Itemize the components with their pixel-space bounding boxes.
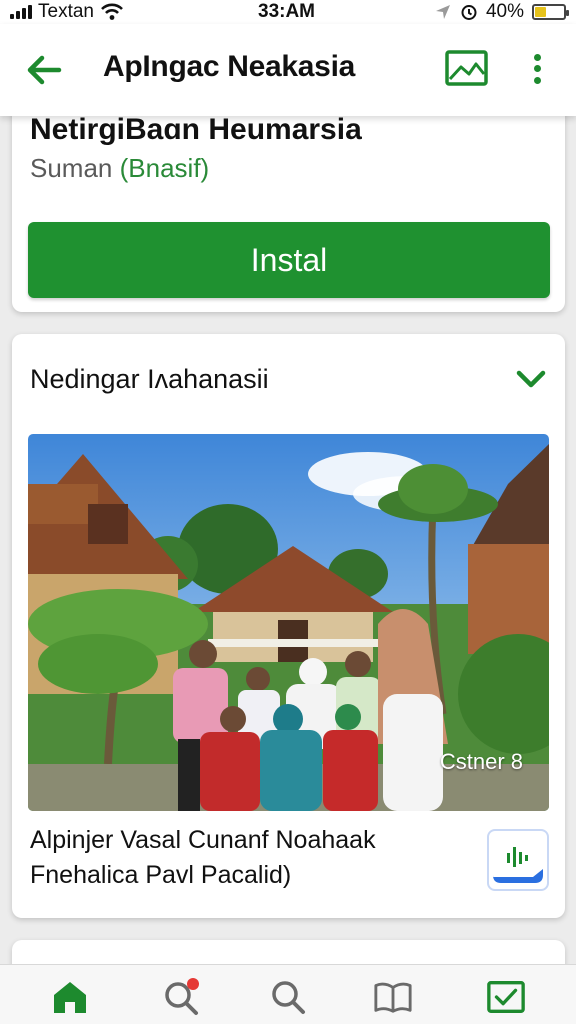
- nav-messages[interactable]: [486, 977, 526, 1017]
- image-gallery-icon: [445, 50, 488, 86]
- home-icon: [54, 982, 86, 1013]
- app-name: NetirgiBaɑn Heumarsia: [30, 113, 362, 146]
- audio-button[interactable]: [487, 829, 549, 891]
- news-title: Nedingar Iʌahanasii: [30, 364, 269, 394]
- back-arrow-icon: [27, 55, 62, 85]
- signal-icon: [10, 5, 32, 19]
- bottom-navigation: [0, 964, 576, 1024]
- battery-fill: [535, 7, 547, 17]
- image-count-badge: Cstner 8: [439, 749, 523, 774]
- audio-wave-icon: [493, 847, 543, 883]
- developer-name: Suman: [30, 153, 113, 183]
- wifi-icon: [101, 3, 123, 20]
- nav-search-notifications[interactable]: [162, 977, 202, 1017]
- status-bar: Textan 33:AM 40%: [0, 0, 576, 24]
- install-button[interactable]: Instal: [28, 222, 550, 298]
- caption-line-1: Alpinjer Vasal Cunanf Noahaak: [30, 826, 376, 854]
- battery-icon: [532, 4, 569, 20]
- battery-percent: 40%: [485, 1, 524, 22]
- status-right: 40%: [434, 0, 569, 24]
- developer-line: Suman (Bnasif): [30, 153, 209, 184]
- app-bar: ApIngac Neakasia: [0, 24, 576, 116]
- news-photo[interactable]: Cstner 8: [28, 434, 549, 811]
- developer-tag[interactable]: (Bnasif): [120, 153, 210, 183]
- back-button[interactable]: [22, 48, 66, 92]
- status-time: 33:AM: [258, 1, 316, 22]
- status-left: Textan: [10, 0, 124, 24]
- more-vertical-icon[interactable]: [522, 48, 552, 90]
- alarm-icon: [461, 5, 477, 20]
- app-title: ApIngac Neakasia: [103, 50, 355, 83]
- search-icon: [272, 981, 305, 1014]
- nav-library[interactable]: [373, 977, 413, 1017]
- search-notification-icon: [165, 978, 199, 1015]
- news-card: Nedingar Iʌahanasii Cstner 8 Alpinjer Va…: [12, 334, 565, 918]
- mail-check-icon: [487, 981, 525, 1013]
- app-info-card: NetirgiBaɑn Heumarsia Suman (Bnasif) Ins…: [12, 96, 565, 312]
- carrier-label: Textan: [38, 1, 94, 22]
- chevron-down-icon[interactable]: [511, 362, 551, 396]
- nav-search[interactable]: [268, 977, 308, 1017]
- news-caption[interactable]: Alpinjer Vasal Cunanf Noahaak Fnehalica …: [30, 823, 480, 893]
- caption-line-2: Fnehalica Pavl Pacalid): [30, 861, 292, 889]
- gallery-button[interactable]: [444, 48, 490, 88]
- location-icon: [435, 5, 450, 19]
- book-icon: [374, 982, 412, 1013]
- nav-home[interactable]: [50, 977, 90, 1017]
